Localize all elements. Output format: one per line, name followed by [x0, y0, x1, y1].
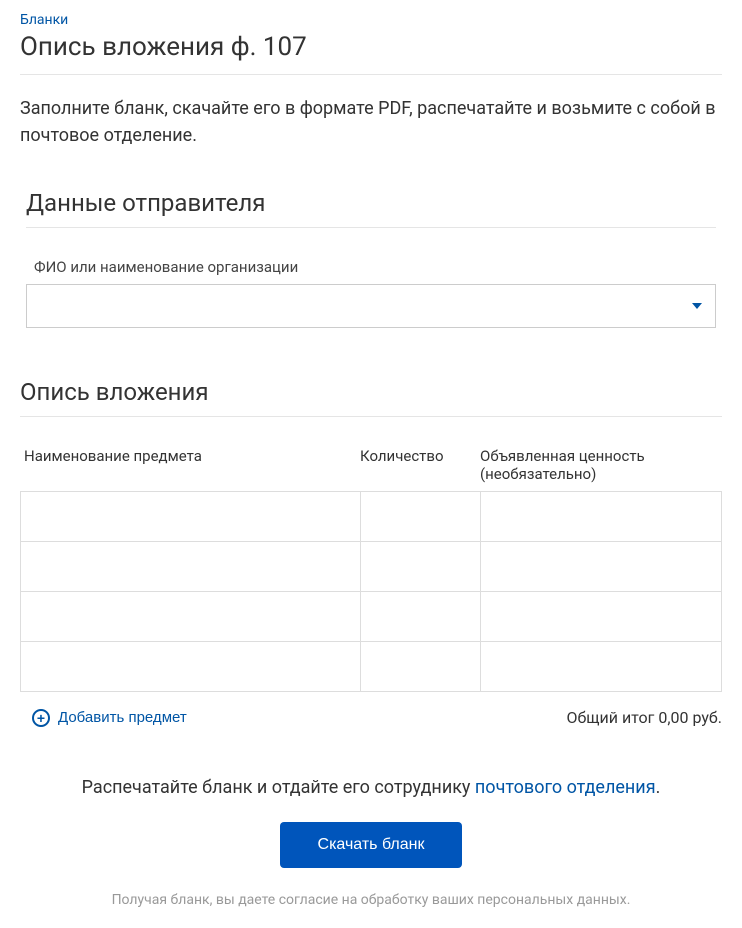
sender-section: Данные отправителя ФИО или наименование …	[20, 189, 722, 328]
column-header-value: Объявленная ценность (необязательно)	[480, 447, 722, 483]
item-name-input[interactable]	[25, 596, 356, 637]
item-value-input[interactable]	[485, 596, 717, 637]
add-item-button[interactable]: + Добавить предмет	[20, 709, 187, 727]
print-instruction: Распечатайте бланк и отдайте его сотрудн…	[20, 777, 722, 798]
plus-circle-icon: +	[32, 709, 50, 727]
download-button[interactable]: Скачать бланк	[280, 822, 463, 868]
column-header-name: Наименование предмета	[20, 447, 360, 483]
column-header-qty: Количество	[360, 447, 480, 483]
consent-text: Получая бланк, вы даете согласие на обра…	[20, 892, 722, 908]
item-name-input[interactable]	[25, 646, 356, 687]
sender-section-title: Данные отправителя	[26, 189, 716, 228]
item-name-input[interactable]	[25, 546, 356, 587]
item-qty-input[interactable]	[365, 596, 476, 637]
table-footer: + Добавить предмет Общий итог 0,00 руб.	[20, 708, 722, 727]
item-value-input[interactable]	[485, 496, 717, 537]
total-text: Общий итог 0,00 руб.	[567, 708, 722, 727]
item-value-input[interactable]	[485, 646, 717, 687]
item-qty-input[interactable]	[365, 646, 476, 687]
breadcrumb[interactable]: Бланки	[20, 12, 722, 28]
intro-text: Заполните бланк, скачайте его в формате …	[20, 95, 722, 149]
table-body	[20, 491, 722, 692]
table-row	[21, 592, 721, 642]
sender-name-input[interactable]	[26, 284, 716, 328]
item-qty-input[interactable]	[365, 546, 476, 587]
table-row	[21, 542, 721, 592]
post-office-link[interactable]: почтового отделения	[475, 777, 656, 798]
add-item-label: Добавить предмет	[58, 709, 187, 726]
inventory-section: Опись вложения Наименование предмета Кол…	[20, 378, 722, 727]
item-qty-input[interactable]	[365, 496, 476, 537]
table-header: Наименование предмета Количество Объявле…	[20, 447, 722, 491]
item-name-input[interactable]	[25, 496, 356, 537]
table-row	[21, 492, 721, 542]
item-value-input[interactable]	[485, 546, 717, 587]
inventory-section-title: Опись вложения	[20, 378, 722, 417]
sender-name-label: ФИО или наименование организации	[34, 258, 716, 276]
sender-name-select[interactable]	[26, 284, 716, 328]
table-row	[21, 642, 721, 692]
inventory-table: Наименование предмета Количество Объявле…	[20, 447, 722, 727]
page-title: Опись вложения ф. 107	[20, 32, 722, 75]
